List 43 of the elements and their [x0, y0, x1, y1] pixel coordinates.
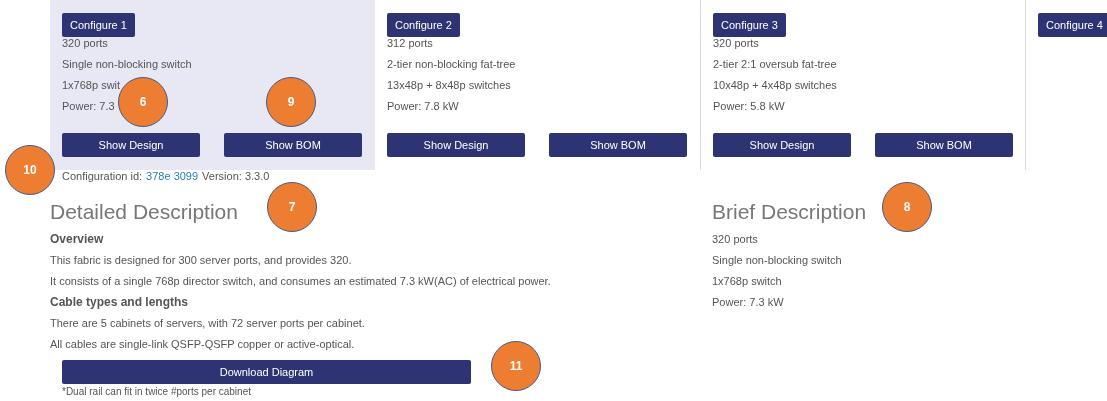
spec-text: 320 ports: [62, 37, 108, 50]
spec-text: 320 ports: [712, 233, 758, 246]
spec-text: Power: 7.8 kW: [387, 100, 459, 113]
spec-text: Single non-blocking switch: [62, 58, 192, 71]
spec-text: 2-tier non-blocking fat-tree: [387, 58, 516, 71]
section-title: Brief Description: [712, 199, 867, 225]
spec-text: Power: 7.3: [62, 100, 115, 113]
show-bom-button[interactable]: Show BOM: [549, 133, 687, 157]
spec-text: 1x768p switch: [712, 275, 782, 288]
paragraph: It consists of a single 768p director switch, and consumes an estimated 7.3 kW(AC) of electrical power.: [50, 275, 551, 288]
subsection-heading: Overview: [50, 233, 104, 246]
callout-marker: 8: [882, 182, 932, 232]
callout-marker: 10: [5, 145, 55, 195]
spec-text: 13x48p + 8x48p switches: [387, 79, 511, 92]
download-diagram-button[interactable]: Download Diagram: [62, 360, 471, 384]
spec-text: 312 ports: [387, 37, 433, 50]
spec-text: 320 ports: [713, 37, 759, 50]
spec-text: 2-tier 2:1 oversub fat-tree: [713, 58, 837, 71]
spec-text: Single non-blocking switch: [712, 254, 842, 267]
configure-button[interactable]: Configure 3: [713, 13, 786, 37]
config-id-label: Configuration id:: [62, 170, 143, 183]
show-design-button[interactable]: Show Design: [713, 133, 851, 157]
version-text: Version: 3.3.0: [202, 170, 270, 183]
callout-marker: 7: [267, 182, 317, 232]
paragraph: This fabric is designed for 300 server ports, and provides 320.: [50, 254, 352, 267]
footnote: *Dual rail can fit in twice #ports per cabinet: [62, 386, 251, 398]
spec-text: Power: 5.8 kW: [713, 100, 785, 113]
configure-button[interactable]: Configure 2: [387, 13, 460, 37]
paragraph: All cables are single-link QSFP-QSFP copper or active-optical.: [50, 338, 355, 351]
configure-button[interactable]: Configure 1: [62, 13, 135, 37]
configure-button[interactable]: Configure 4: [1038, 13, 1107, 37]
spec-text: 1x768p swit: [62, 79, 121, 92]
spec-text: Power: 7.3 kW: [712, 296, 784, 309]
show-design-button[interactable]: Show Design: [387, 133, 525, 157]
callout-marker: 11: [491, 341, 541, 391]
subsection-heading: Cable types and lengths: [50, 296, 189, 309]
spec-text: 10x48p + 4x48p switches: [713, 79, 837, 92]
paragraph: There are 5 cabinets of servers, with 72 server ports per cabinet.: [50, 317, 365, 330]
config-id-link[interactable]: 378e 3099: [146, 170, 199, 183]
section-title: Detailed Description: [50, 199, 238, 225]
show-bom-button[interactable]: Show BOM: [224, 133, 362, 157]
show-design-button[interactable]: Show Design: [62, 133, 200, 157]
show-bom-button[interactable]: Show BOM: [875, 133, 1013, 157]
